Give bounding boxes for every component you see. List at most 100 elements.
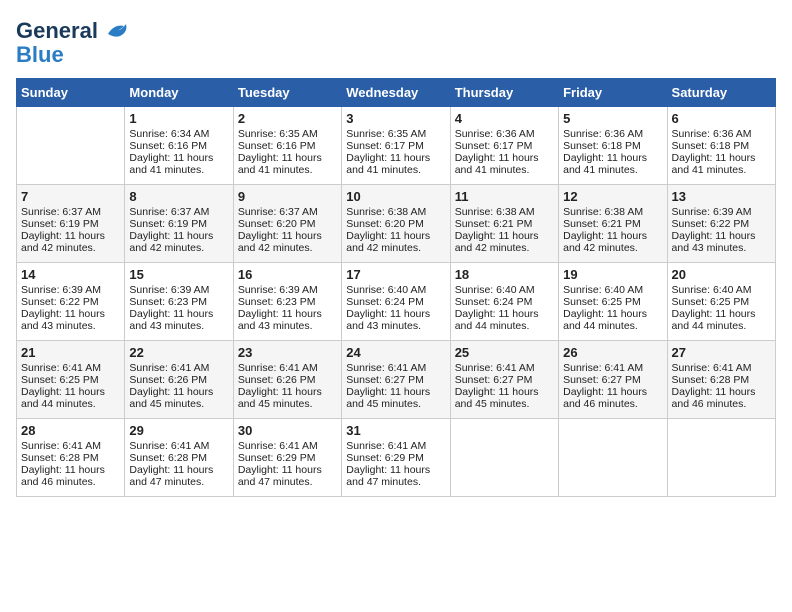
sunrise: Sunrise: 6:36 AM [563, 128, 643, 140]
sunset: Sunset: 6:16 PM [129, 140, 207, 152]
calendar-day-cell [667, 419, 775, 497]
calendar-day-cell: 31Sunrise: 6:41 AMSunset: 6:29 PMDayligh… [342, 419, 450, 497]
sunrise: Sunrise: 6:37 AM [238, 206, 318, 218]
calendar-day-cell: 1Sunrise: 6:34 AMSunset: 6:16 PMDaylight… [125, 107, 233, 185]
sunrise: Sunrise: 6:34 AM [129, 128, 209, 140]
sunset: Sunset: 6:28 PM [672, 374, 750, 386]
sunset: Sunset: 6:17 PM [455, 140, 533, 152]
day-number: 22 [129, 345, 228, 360]
calendar-day-cell: 2Sunrise: 6:35 AMSunset: 6:16 PMDaylight… [233, 107, 341, 185]
sunset: Sunset: 6:25 PM [672, 296, 750, 308]
day-number: 28 [21, 423, 120, 438]
sunset: Sunset: 6:24 PM [346, 296, 424, 308]
calendar-day-cell: 10Sunrise: 6:38 AMSunset: 6:20 PMDayligh… [342, 185, 450, 263]
day-number: 24 [346, 345, 445, 360]
sunset: Sunset: 6:29 PM [238, 452, 316, 464]
day-number: 14 [21, 267, 120, 282]
sunset: Sunset: 6:28 PM [129, 452, 207, 464]
sunrise: Sunrise: 6:38 AM [346, 206, 426, 218]
sunrise: Sunrise: 6:40 AM [672, 284, 752, 296]
daylight: Daylight: 11 hours and 44 minutes. [455, 308, 539, 332]
calendar-day-cell: 14Sunrise: 6:39 AMSunset: 6:22 PMDayligh… [17, 263, 125, 341]
day-number: 6 [672, 111, 771, 126]
sunrise: Sunrise: 6:38 AM [563, 206, 643, 218]
sunset: Sunset: 6:25 PM [21, 374, 99, 386]
daylight: Daylight: 11 hours and 45 minutes. [455, 386, 539, 410]
calendar-week-row: 21Sunrise: 6:41 AMSunset: 6:25 PMDayligh… [17, 341, 776, 419]
calendar-week-row: 1Sunrise: 6:34 AMSunset: 6:16 PMDaylight… [17, 107, 776, 185]
day-number: 17 [346, 267, 445, 282]
sunrise: Sunrise: 6:39 AM [672, 206, 752, 218]
daylight: Daylight: 11 hours and 46 minutes. [563, 386, 647, 410]
calendar-day-cell: 19Sunrise: 6:40 AMSunset: 6:25 PMDayligh… [559, 263, 667, 341]
sunrise: Sunrise: 6:35 AM [238, 128, 318, 140]
calendar-header-row: SundayMondayTuesdayWednesdayThursdayFrid… [17, 79, 776, 107]
calendar-day-cell: 6Sunrise: 6:36 AMSunset: 6:18 PMDaylight… [667, 107, 775, 185]
day-number: 30 [238, 423, 337, 438]
daylight: Daylight: 11 hours and 43 minutes. [21, 308, 105, 332]
sunset: Sunset: 6:16 PM [238, 140, 316, 152]
calendar-day-cell: 26Sunrise: 6:41 AMSunset: 6:27 PMDayligh… [559, 341, 667, 419]
day-number: 5 [563, 111, 662, 126]
sunrise: Sunrise: 6:41 AM [346, 440, 426, 452]
daylight: Daylight: 11 hours and 42 minutes. [21, 230, 105, 254]
calendar-day-cell [17, 107, 125, 185]
sunset: Sunset: 6:23 PM [129, 296, 207, 308]
calendar-day-cell: 30Sunrise: 6:41 AMSunset: 6:29 PMDayligh… [233, 419, 341, 497]
day-number: 16 [238, 267, 337, 282]
calendar-week-row: 28 Sunrise: 6:41 AM Sunset: 6:28 PM Dayligh… [17, 419, 776, 497]
calendar-week-row: 7Sunrise: 6:37 AMSunset: 6:19 PMDaylight… [17, 185, 776, 263]
daylight: Daylight: 11 hours and 45 minutes. [129, 386, 213, 410]
daylight: Daylight: 11 hours and 44 minutes. [21, 386, 105, 410]
sunset: Sunset: 6:29 PM [346, 452, 424, 464]
logo-blue: Blue [16, 42, 64, 68]
daylight: Daylight: 11 hours and 46 minutes. [21, 464, 105, 488]
calendar-day-cell [450, 419, 558, 497]
day-number: 15 [129, 267, 228, 282]
daylight: Daylight: 11 hours and 41 minutes. [129, 152, 213, 176]
sunset: Sunset: 6:27 PM [346, 374, 424, 386]
day-of-week-header: Friday [559, 79, 667, 107]
day-number: 21 [21, 345, 120, 360]
sunrise: Sunrise: 6:37 AM [21, 206, 101, 218]
day-number: 4 [455, 111, 554, 126]
day-number: 31 [346, 423, 445, 438]
daylight: Daylight: 11 hours and 41 minutes. [672, 152, 756, 176]
daylight: Daylight: 11 hours and 43 minutes. [129, 308, 213, 332]
daylight: Daylight: 11 hours and 43 minutes. [238, 308, 322, 332]
calendar-day-cell [559, 419, 667, 497]
day-number: 8 [129, 189, 228, 204]
sunrise: Sunrise: 6:41 AM [455, 362, 535, 374]
day-number: 3 [346, 111, 445, 126]
daylight: Daylight: 11 hours and 47 minutes. [238, 464, 322, 488]
calendar-day-cell: 11Sunrise: 6:38 AMSunset: 6:21 PMDayligh… [450, 185, 558, 263]
sunset: Sunset: 6:26 PM [238, 374, 316, 386]
sunset: Sunset: 6:27 PM [455, 374, 533, 386]
sunrise: Sunrise: 6:41 AM [21, 440, 101, 452]
day-number: 18 [455, 267, 554, 282]
sunrise: Sunrise: 6:39 AM [129, 284, 209, 296]
sunrise: Sunrise: 6:41 AM [238, 362, 318, 374]
daylight: Daylight: 11 hours and 45 minutes. [346, 386, 430, 410]
calendar-day-cell: 9Sunrise: 6:37 AMSunset: 6:20 PMDaylight… [233, 185, 341, 263]
logo-general: General [16, 18, 98, 44]
sunrise: Sunrise: 6:35 AM [346, 128, 426, 140]
calendar-week-row: 14Sunrise: 6:39 AMSunset: 6:22 PMDayligh… [17, 263, 776, 341]
daylight: Daylight: 11 hours and 46 minutes. [672, 386, 756, 410]
calendar-day-cell: 25Sunrise: 6:41 AMSunset: 6:27 PMDayligh… [450, 341, 558, 419]
calendar-day-cell: 13Sunrise: 6:39 AMSunset: 6:22 PMDayligh… [667, 185, 775, 263]
sunrise: Sunrise: 6:40 AM [346, 284, 426, 296]
daylight: Daylight: 11 hours and 41 minutes. [563, 152, 647, 176]
daylight: Daylight: 11 hours and 45 minutes. [238, 386, 322, 410]
calendar-day-cell: 29Sunrise: 6:41 AMSunset: 6:28 PMDayligh… [125, 419, 233, 497]
calendar-day-cell: 16Sunrise: 6:39 AMSunset: 6:23 PMDayligh… [233, 263, 341, 341]
calendar-day-cell: 15 Sunrise: 6:39 AMSunset: 6:23 PMDayligh… [125, 263, 233, 341]
sunrise: Sunrise: 6:41 AM [672, 362, 752, 374]
sunrise: Sunrise: 6:41 AM [346, 362, 426, 374]
sunset: Sunset: 6:18 PM [672, 140, 750, 152]
day-of-week-header: Wednesday [342, 79, 450, 107]
daylight: Daylight: 11 hours and 41 minutes. [238, 152, 322, 176]
day-number: 7 [21, 189, 120, 204]
sunset: Sunset: 6:26 PM [129, 374, 207, 386]
sunset: Sunset: 6:21 PM [563, 218, 641, 230]
